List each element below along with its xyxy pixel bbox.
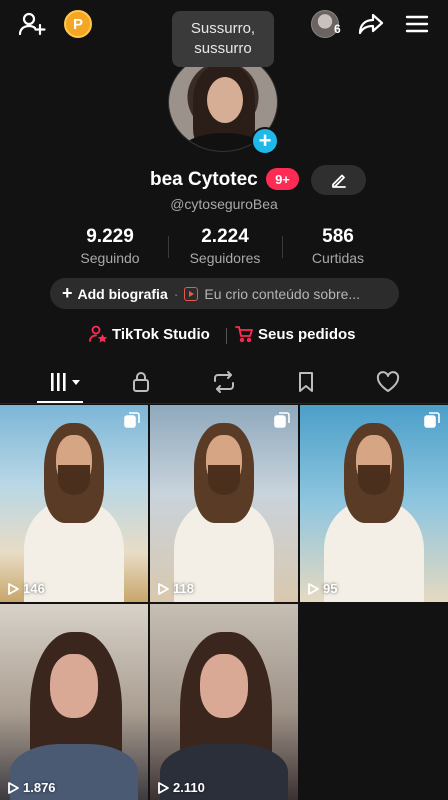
view-count-value: 118 [173, 581, 194, 596]
bookmark-icon [299, 372, 313, 392]
name-row: bea Cytotec 9+ [0, 165, 448, 195]
multi-photo-icon [274, 412, 290, 428]
view-count: 2.110 [156, 780, 205, 795]
friend-count: 6 [334, 22, 341, 36]
view-count: 95 [306, 581, 337, 596]
play-icon [158, 781, 169, 794]
active-tab-indicator [37, 401, 83, 403]
video-thumbnail[interactable]: 2.110 [150, 604, 298, 800]
person-star-icon [89, 325, 108, 343]
stat-value: 586 [322, 226, 354, 247]
stat-label: Curtidas [311, 250, 365, 266]
video-play-icon [184, 286, 199, 301]
tab-reposts[interactable] [199, 370, 249, 394]
tab-liked[interactable] [363, 370, 413, 394]
thumbnail-figure [58, 465, 90, 495]
view-count: 146 [6, 581, 45, 596]
video-thumbnail[interactable]: 1.876 [0, 604, 148, 800]
profile-links: TikTok Studio Seus pedidos [0, 324, 448, 348]
profile-tabs [0, 360, 448, 404]
tiktok-studio-label: TikTok Studio [112, 325, 210, 343]
lock-icon [133, 372, 149, 392]
repost-icon [214, 371, 234, 393]
play-icon [158, 582, 169, 595]
view-count-value: 95 [323, 581, 338, 596]
tiktok-studio-link[interactable]: TikTok Studio [88, 324, 210, 344]
notification-badge[interactable]: 9+ [266, 168, 299, 190]
play-icon [308, 582, 319, 595]
cart-icon [235, 326, 253, 343]
view-count-value: 146 [23, 581, 45, 596]
video-thumbnail[interactable]: 146 [0, 405, 148, 602]
edit-profile-button[interactable] [311, 165, 366, 195]
multi-photo-icon [424, 412, 440, 428]
video-grid: 146 118 95 1.876 2.110 [0, 405, 448, 800]
tooltip-line-2: sussurro [194, 40, 252, 57]
tooltip-bubble: Sussurro, sussurro [172, 11, 274, 67]
multi-photo-icon [124, 412, 140, 428]
person-plus-icon[interactable] [18, 10, 46, 38]
plus-icon: + [62, 283, 73, 303]
add-story-button[interactable]: + [251, 127, 279, 155]
tooltip-line-1: Sussurro, [190, 20, 256, 37]
tab-private[interactable] [116, 370, 166, 394]
profile-stats: 9.229 Seguindo 2.224 Seguidores 586 Curt… [0, 226, 448, 270]
thumbnail-figure [208, 465, 240, 495]
tab-videos[interactable] [37, 370, 87, 394]
orders-label: Seus pedidos [258, 325, 356, 343]
heart-icon [376, 371, 400, 392]
thumbnail-figure [50, 654, 98, 718]
view-count-value: 1.876 [23, 780, 56, 795]
pencil-icon [331, 174, 346, 188]
profile-handle: @cytoseguroBea [170, 196, 278, 212]
add-bio-button[interactable]: + Add biografia · Eu crio conteúdo sobre… [50, 278, 399, 309]
thumbnail-figure [200, 654, 248, 718]
tab-saved[interactable] [281, 370, 331, 394]
profile-name: bea Cytotec [150, 169, 258, 190]
orders-link[interactable]: Seus pedidos [234, 324, 356, 344]
stat-likes: 586 Curtidas [268, 226, 408, 266]
video-thumbnail[interactable]: 118 [150, 405, 298, 602]
share-arrow-icon[interactable] [357, 10, 385, 38]
videos-grid-icon [51, 373, 80, 391]
view-count: 1.876 [6, 780, 56, 795]
add-bio-label: Add biografia [77, 285, 168, 302]
coin-icon[interactable]: P [64, 10, 92, 38]
video-thumbnail[interactable]: 95 [300, 405, 448, 602]
play-icon [8, 582, 19, 595]
hamburger-menu-icon[interactable] [403, 10, 431, 38]
links-divider [226, 328, 227, 344]
play-icon [8, 781, 19, 794]
avatar-face [207, 77, 243, 123]
view-count: 118 [156, 581, 194, 596]
thumbnail-figure [358, 465, 390, 495]
bio-separator: · [173, 285, 179, 302]
view-count-value: 2.110 [173, 780, 205, 795]
bio-suggestion: Eu crio conteúdo sobre... [204, 285, 361, 302]
